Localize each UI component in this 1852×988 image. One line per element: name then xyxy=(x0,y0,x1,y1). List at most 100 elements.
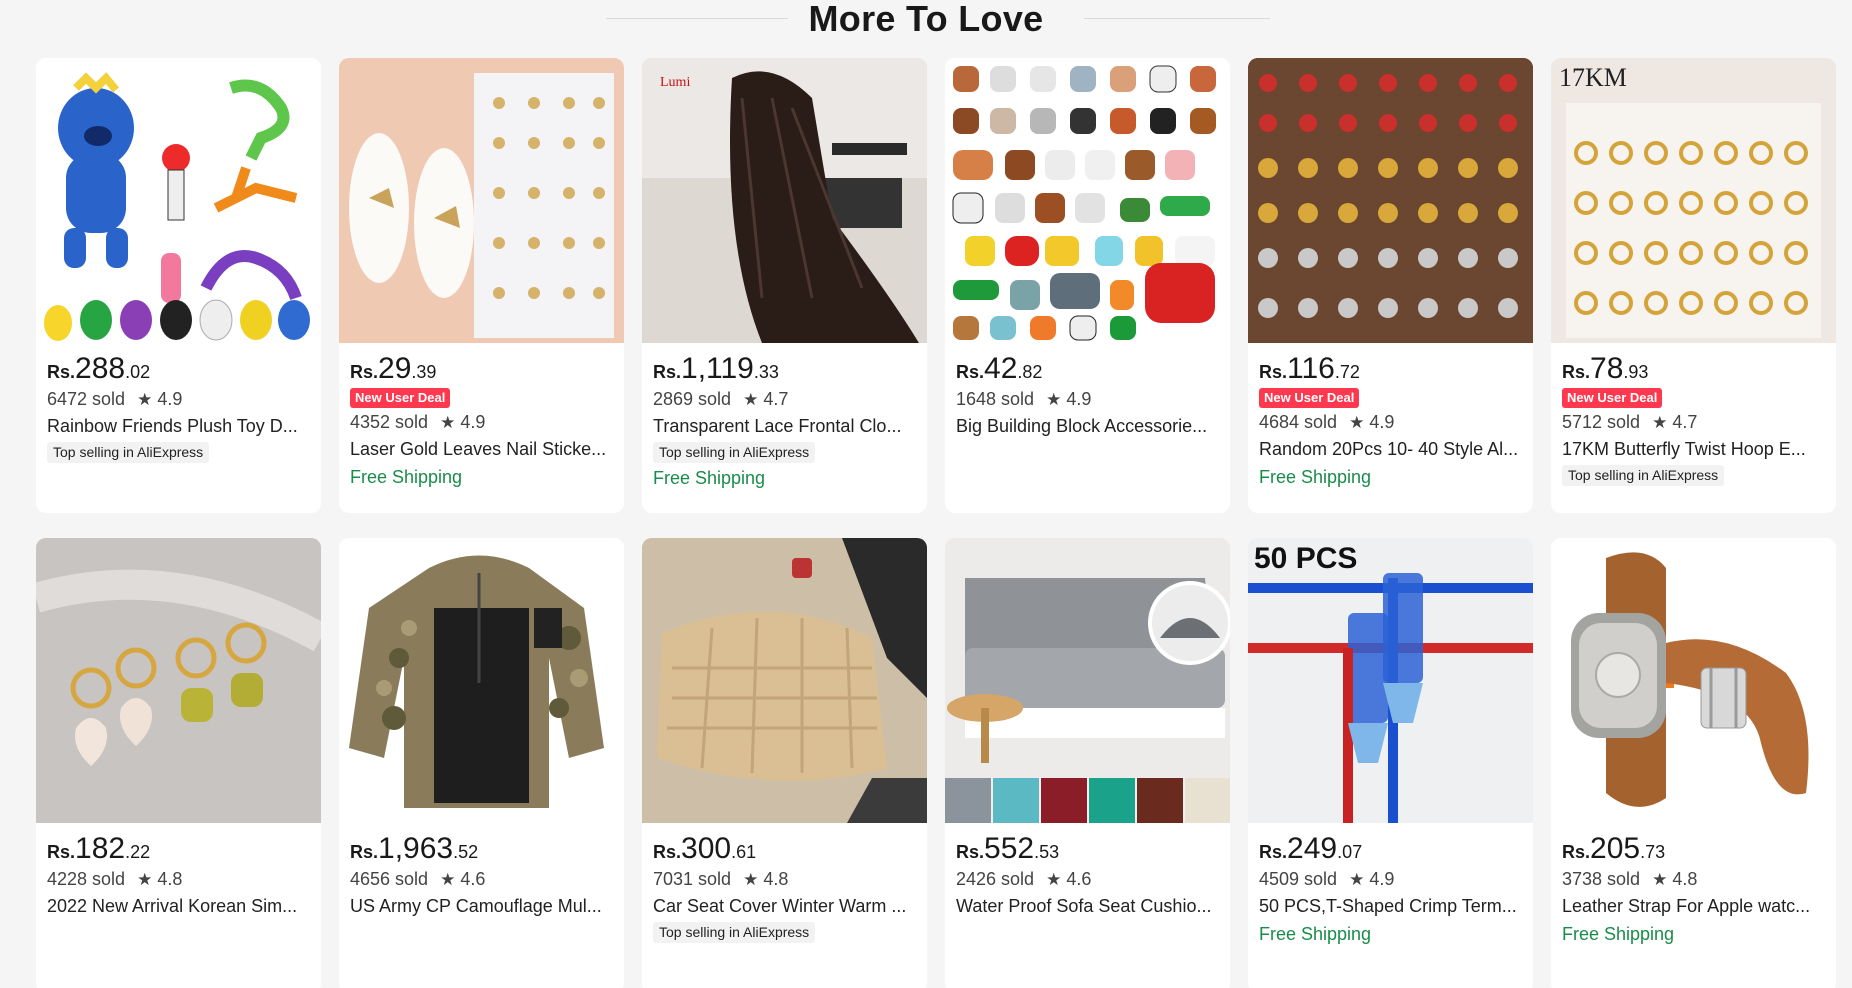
product-price: Rs.1,119.33 xyxy=(653,352,916,386)
product-title[interactable]: Random 20Pcs 10- 40 Style Al... xyxy=(1259,436,1522,462)
price-integer: 116 xyxy=(1287,352,1335,385)
price-integer: 249 xyxy=(1287,832,1338,865)
star-icon: ★ xyxy=(1349,413,1365,432)
price-decimal: .82 xyxy=(1017,362,1043,382)
sales-rating: 4352 sold ★ 4.9 xyxy=(350,409,613,436)
product-title[interactable]: Rainbow Friends Plush Toy D... xyxy=(47,413,310,439)
price-integer: 288 xyxy=(75,352,126,385)
top-selling-badge: Top selling in AliExpress xyxy=(1562,465,1725,486)
star-icon: ★ xyxy=(440,413,456,432)
header-divider-right xyxy=(1084,18,1270,19)
price-integer: 1,963 xyxy=(378,832,454,865)
plush-toy-image[interactable] xyxy=(36,58,321,343)
sold-count: 7031 sold xyxy=(653,869,732,889)
product-grid: Rs.288.02 6472 sold ★ 4.9 Rainbow Friends… xyxy=(36,58,1836,988)
price-integer: 29 xyxy=(378,352,412,385)
sofa-cover-image[interactable] xyxy=(945,538,1230,823)
product-card[interactable]: Rs.182.22 4228 sold ★ 4.8 2022 New Arriva… xyxy=(36,538,321,988)
rating-value: 4.8 xyxy=(763,869,789,889)
new-user-deal-badge: New User Deal xyxy=(1562,388,1663,408)
product-price: Rs.205.73 xyxy=(1562,832,1825,866)
product-card[interactable]: Rs.29.39 New User Deal 4352 sold ★ 4.9 La… xyxy=(339,58,624,513)
price-decimal: .61 xyxy=(731,842,757,862)
product-card[interactable]: 50 PCS Rs.249.07 4509 sold ★ 4.9 50 PCS,T… xyxy=(1248,538,1533,988)
price-decimal: .93 xyxy=(1623,362,1649,382)
price-integer: 1,119 xyxy=(681,352,754,385)
earrings-set-image[interactable]: 17KM xyxy=(1551,58,1836,343)
product-card[interactable]: Rs.288.02 6472 sold ★ 4.9 Rainbow Friends… xyxy=(36,58,321,513)
product-price: Rs.29.39 xyxy=(350,352,613,386)
top-selling-badge: Top selling in AliExpress xyxy=(653,922,816,943)
rating-value: 4.7 xyxy=(763,389,789,409)
rating-value: 4.9 xyxy=(460,412,486,432)
star-icon: ★ xyxy=(743,870,759,889)
free-shipping-label: Free Shipping xyxy=(1259,467,1372,487)
product-price: Rs.249.07 xyxy=(1259,832,1522,866)
price-currency: Rs. xyxy=(1562,362,1591,382)
product-card[interactable]: Lumi Rs.1,119.33 2869 sold ★ 4.7 Transpar… xyxy=(642,58,927,513)
price-integer: 78 xyxy=(1590,352,1624,385)
product-price: Rs.552.53 xyxy=(956,832,1219,866)
product-card[interactable]: Rs.116.72 New User Deal 4684 sold ★ 4.9 R… xyxy=(1248,58,1533,513)
star-icon: ★ xyxy=(1046,390,1062,409)
price-currency: Rs. xyxy=(653,842,682,862)
product-card[interactable]: Rs.1,963.52 4656 sold ★ 4.6 US Army CP Ca… xyxy=(339,538,624,988)
sales-rating: 4656 sold ★ 4.6 xyxy=(350,866,613,893)
product-title[interactable]: Leather Strap For Apple watc... xyxy=(1562,893,1825,919)
hair-wig-image[interactable]: Lumi xyxy=(642,58,927,343)
crimp-terminal-image[interactable]: 50 PCS xyxy=(1248,538,1533,823)
price-decimal: .72 xyxy=(1334,362,1360,382)
rating-value: 4.9 xyxy=(157,389,183,409)
product-card[interactable]: Rs.42.82 1648 sold ★ 4.9 Big Building Blo… xyxy=(945,58,1230,513)
price-currency: Rs. xyxy=(1259,362,1288,382)
product-title[interactable]: Big Building Block Accessorie... xyxy=(956,413,1219,439)
christmas-charms-image[interactable] xyxy=(1248,58,1533,343)
rating-value: 4.9 xyxy=(1369,412,1395,432)
price-decimal: .52 xyxy=(453,842,479,862)
heart-earrings-image[interactable] xyxy=(36,538,321,823)
sales-rating: 5712 sold ★ 4.7 xyxy=(1562,409,1825,436)
sales-rating: 7031 sold ★ 4.8 xyxy=(653,866,916,893)
star-icon: ★ xyxy=(1349,870,1365,889)
free-shipping-label: Free Shipping xyxy=(1562,924,1675,944)
building-block-animals-image[interactable] xyxy=(945,58,1230,343)
product-card[interactable]: Rs.300.61 7031 sold ★ 4.8 Car Seat Cover … xyxy=(642,538,927,988)
car-seat-cover-image[interactable] xyxy=(642,538,927,823)
price-currency: Rs. xyxy=(956,362,985,382)
price-currency: Rs. xyxy=(1562,842,1591,862)
free-shipping-label: Free Shipping xyxy=(350,467,463,487)
product-title[interactable]: Car Seat Cover Winter Warm ... xyxy=(653,893,916,919)
sales-rating: 6472 sold ★ 4.9 xyxy=(47,386,310,413)
star-icon: ★ xyxy=(1046,870,1062,889)
sold-count: 4228 sold xyxy=(47,869,126,889)
sold-count: 5712 sold xyxy=(1562,412,1641,432)
sales-rating: 4509 sold ★ 4.9 xyxy=(1259,866,1522,893)
camo-shirt-image[interactable] xyxy=(339,538,624,823)
sales-rating: 4684 sold ★ 4.9 xyxy=(1259,409,1522,436)
product-title[interactable]: US Army CP Camouflage Mul... xyxy=(350,893,613,919)
section-title: More To Love xyxy=(808,0,1044,39)
star-icon: ★ xyxy=(1652,413,1668,432)
price-decimal: .53 xyxy=(1034,842,1060,862)
product-card[interactable]: 17KM Rs.78.93 New User Deal 5712 sold ★ 4… xyxy=(1551,58,1836,513)
product-title[interactable]: 2022 New Arrival Korean Sim... xyxy=(47,893,310,919)
star-icon: ★ xyxy=(137,870,153,889)
product-title[interactable]: 17KM Butterfly Twist Hoop E... xyxy=(1562,436,1825,462)
product-card[interactable]: Rs.205.73 3738 sold ★ 4.8 Leather Strap F… xyxy=(1551,538,1836,988)
price-decimal: .73 xyxy=(1640,842,1666,862)
product-title[interactable]: Transparent Lace Frontal Clo... xyxy=(653,413,916,439)
watch-strap-image[interactable] xyxy=(1551,538,1836,823)
price-integer: 182 xyxy=(75,832,126,865)
price-currency: Rs. xyxy=(47,842,76,862)
product-title[interactable]: Laser Gold Leaves Nail Sticke... xyxy=(350,436,613,462)
product-title[interactable]: 50 PCS,T-Shaped Crimp Term... xyxy=(1259,893,1522,919)
top-selling-badge: Top selling in AliExpress xyxy=(653,442,816,463)
product-price: Rs.78.93 xyxy=(1562,352,1825,386)
nail-sticker-image[interactable] xyxy=(339,58,624,343)
rating-value: 4.6 xyxy=(460,869,486,889)
price-decimal: .22 xyxy=(125,842,151,862)
product-title[interactable]: Water Proof Sofa Seat Cushio... xyxy=(956,893,1219,919)
product-card[interactable]: Rs.552.53 2426 sold ★ 4.6 Water Proof Sof… xyxy=(945,538,1230,988)
new-user-deal-badge: New User Deal xyxy=(350,388,451,408)
price-currency: Rs. xyxy=(1259,842,1288,862)
